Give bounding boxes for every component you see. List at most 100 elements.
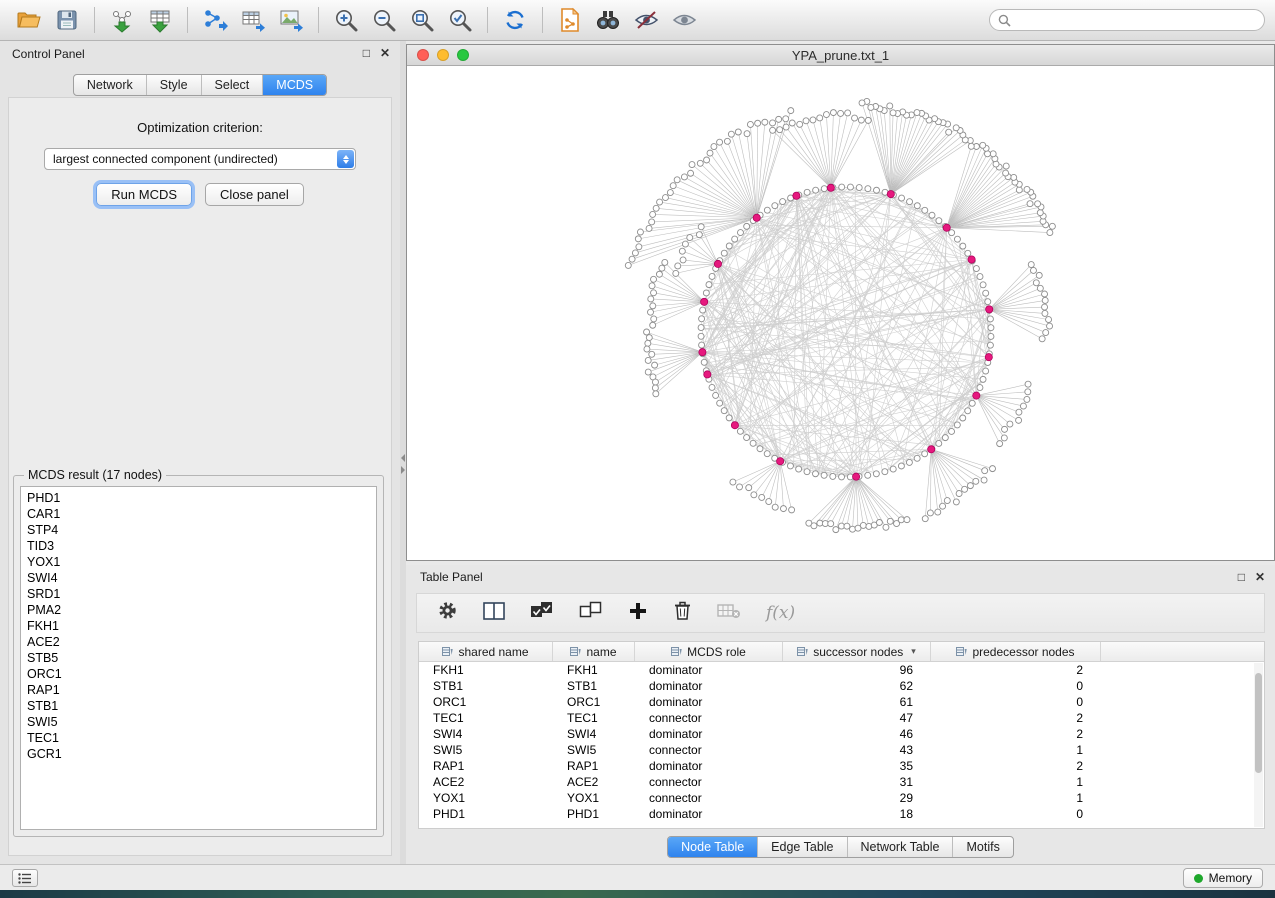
- node-table: shared namenameMCDS rolesuccessor nodes▾…: [418, 641, 1265, 829]
- table-cell: 29: [783, 790, 931, 806]
- mcds-result-item[interactable]: SWI4: [27, 570, 376, 586]
- column-header-shared-name[interactable]: shared name: [419, 642, 553, 661]
- column-header-name[interactable]: name: [553, 642, 635, 661]
- network-canvas[interactable]: [407, 66, 1274, 560]
- control-panel-header: Control Panel □ ✕: [0, 41, 400, 67]
- mcds-result-item[interactable]: ORC1: [27, 666, 376, 682]
- tab-select[interactable]: Select: [201, 75, 263, 95]
- mcds-result-item[interactable]: SRD1: [27, 586, 376, 602]
- network-window-titlebar[interactable]: YPA_prune.txt_1: [407, 45, 1274, 66]
- refresh-icon[interactable]: [496, 4, 534, 36]
- mcds-result-item[interactable]: STB1: [27, 698, 376, 714]
- mcds-result-item[interactable]: STB5: [27, 650, 376, 666]
- first-neighbors-icon[interactable]: [589, 4, 627, 36]
- tab-node-table[interactable]: Node Table: [668, 837, 757, 857]
- zoom-selected-icon[interactable]: [441, 4, 479, 36]
- tab-network-table[interactable]: Network Table: [847, 837, 953, 857]
- mcds-result-item[interactable]: TEC1: [27, 730, 376, 746]
- export-network-icon[interactable]: [196, 4, 234, 36]
- search-input[interactable]: [1016, 13, 1256, 27]
- mcds-result-item[interactable]: STP4: [27, 522, 376, 538]
- mcds-result-item[interactable]: PHD1: [27, 490, 376, 506]
- mcds-result-item[interactable]: YOX1: [27, 554, 376, 570]
- table-cell: dominator: [635, 694, 783, 710]
- import-network-icon[interactable]: [103, 4, 141, 36]
- table-scrollbar[interactable]: [1254, 663, 1263, 827]
- zoom-out-icon[interactable]: [365, 4, 403, 36]
- table-panel-header: Table Panel □ ✕: [406, 565, 1275, 589]
- network-snapshot-icon[interactable]: [551, 4, 589, 36]
- tab-motifs[interactable]: Motifs: [952, 837, 1012, 857]
- mcds-result-item[interactable]: ACE2: [27, 634, 376, 650]
- table-row[interactable]: RAP1RAP1dominator352: [419, 758, 1254, 774]
- column-header-successor-nodes[interactable]: successor nodes▾: [783, 642, 931, 661]
- mcds-result-item[interactable]: FKH1: [27, 618, 376, 634]
- table-row[interactable]: TEC1TEC1connector472: [419, 710, 1254, 726]
- select-all-icon[interactable]: [530, 601, 554, 625]
- run-mcds-button[interactable]: Run MCDS: [96, 183, 192, 206]
- delete-row-icon[interactable]: [673, 600, 692, 626]
- table-cell: FKH1: [553, 662, 635, 678]
- table-row[interactable]: SWI4SWI4dominator462: [419, 726, 1254, 742]
- zoom-fit-icon[interactable]: [403, 4, 441, 36]
- deselect-all-icon[interactable]: [579, 601, 603, 625]
- show-all-icon[interactable]: [665, 4, 703, 36]
- show-columns-icon[interactable]: [483, 602, 505, 625]
- float-table-panel-icon[interactable]: □: [1238, 570, 1245, 584]
- criterion-dropdown[interactable]: largest connected component (undirected): [44, 148, 356, 170]
- table-cell: ACE2: [553, 774, 635, 790]
- mcds-result-item[interactable]: TID3: [27, 538, 376, 554]
- table-cell: 0: [931, 806, 1101, 822]
- table-row[interactable]: SWI5SWI5connector431: [419, 742, 1254, 758]
- mcds-result-item[interactable]: GCR1: [27, 746, 376, 762]
- table-cell: ORC1: [419, 694, 553, 710]
- toolbar-separator: [542, 7, 543, 33]
- table-row[interactable]: ACE2ACE2connector311: [419, 774, 1254, 790]
- table-row[interactable]: PHD1PHD1dominator180: [419, 806, 1254, 822]
- memory-button[interactable]: Memory: [1183, 868, 1263, 888]
- table-row[interactable]: FKH1FKH1dominator962: [419, 662, 1254, 678]
- table-row[interactable]: YOX1YOX1connector291: [419, 790, 1254, 806]
- clear-table-icon[interactable]: [717, 602, 741, 625]
- table-cell: RAP1: [553, 758, 635, 774]
- hide-selected-icon[interactable]: [627, 4, 665, 36]
- table-panel: Table Panel □ ✕: [406, 565, 1275, 864]
- mcds-result-item[interactable]: CAR1: [27, 506, 376, 522]
- mcds-panel: Optimization criterion: largest connecte…: [8, 97, 392, 856]
- tab-mcds[interactable]: MCDS: [262, 75, 326, 95]
- add-row-icon[interactable]: [628, 601, 648, 626]
- column-menu-arrow-icon[interactable]: ▾: [911, 646, 916, 657]
- table-row[interactable]: STB1STB1dominator620: [419, 678, 1254, 694]
- mcds-result-item[interactable]: PMA2: [27, 602, 376, 618]
- column-header-MCDS-role[interactable]: MCDS role: [635, 642, 783, 661]
- export-image-icon[interactable]: [272, 4, 310, 36]
- tab-style[interactable]: Style: [146, 75, 201, 95]
- search-box[interactable]: [989, 9, 1265, 31]
- table-cell: STB1: [419, 678, 553, 694]
- control-panel-title: Control Panel: [12, 47, 85, 61]
- import-table-icon[interactable]: [141, 4, 179, 36]
- column-sort-icon: [956, 646, 967, 657]
- tab-network[interactable]: Network: [74, 75, 146, 95]
- function-builder-icon[interactable]: f(x): [766, 603, 795, 623]
- settings-gear-icon[interactable]: [437, 600, 458, 626]
- tab-edge-table[interactable]: Edge Table: [757, 837, 846, 857]
- close-panel-icon[interactable]: ✕: [380, 46, 390, 60]
- table-row[interactable]: ORC1ORC1dominator610: [419, 694, 1254, 710]
- save-icon[interactable]: [48, 4, 86, 36]
- close-panel-button[interactable]: Close panel: [205, 183, 304, 206]
- open-folder-icon[interactable]: [10, 4, 48, 36]
- column-header-predecessor-nodes[interactable]: predecessor nodes: [931, 642, 1101, 661]
- table-cell: SWI5: [553, 742, 635, 758]
- status-menu-button[interactable]: [12, 869, 38, 887]
- float-panel-icon[interactable]: □: [363, 46, 370, 60]
- scrollbar-thumb[interactable]: [1255, 673, 1262, 773]
- zoom-in-icon[interactable]: [327, 4, 365, 36]
- mcds-result-item[interactable]: SWI5: [27, 714, 376, 730]
- table-cell: 31: [783, 774, 931, 790]
- mcds-result-item[interactable]: RAP1: [27, 682, 376, 698]
- search-icon: [998, 14, 1011, 27]
- export-table-icon[interactable]: [234, 4, 272, 36]
- mcds-result-list[interactable]: PHD1CAR1STP4TID3YOX1SWI4SRD1PMA2FKH1ACE2…: [20, 486, 377, 830]
- close-table-panel-icon[interactable]: ✕: [1255, 570, 1265, 584]
